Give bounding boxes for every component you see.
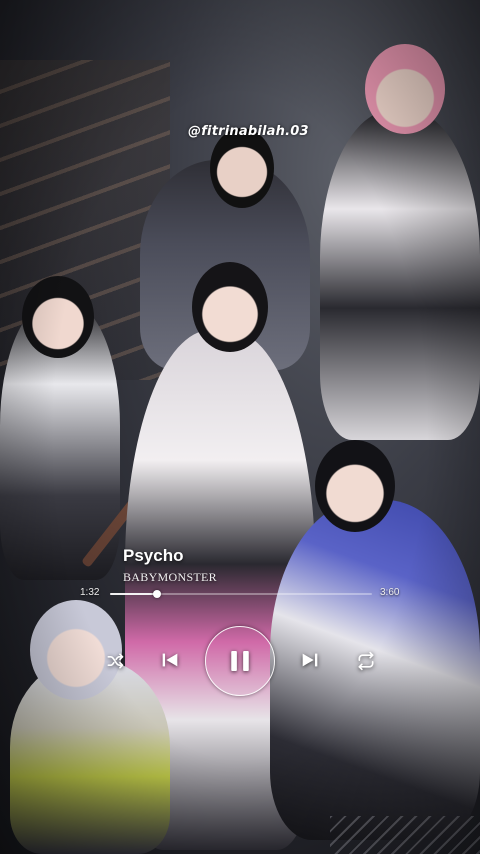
play-pause-button[interactable]: [205, 626, 275, 696]
progress-fill: [110, 593, 158, 595]
song-title: Psycho: [123, 546, 184, 565]
progress-bar[interactable]: [110, 590, 372, 598]
music-player-overlay: Psycho BABYMONSTER 1:32 3:60: [0, 540, 480, 700]
repeat-button[interactable]: [355, 650, 377, 672]
pause-icon: [231, 651, 249, 671]
shuffle-button[interactable]: [104, 650, 126, 672]
skip-previous-icon: [162, 653, 178, 667]
watermark-handle: @fitrinabilah.03: [188, 124, 309, 139]
previous-button[interactable]: [158, 648, 182, 672]
song-artist: BABYMONSTER: [123, 570, 217, 584]
lockscreen-music-player: @fitrinabilah.03 Psycho BABYMONSTER 1:32…: [0, 0, 480, 854]
repeat-icon: [358, 651, 374, 671]
time-elapsed: 1:32: [80, 587, 100, 598]
next-button[interactable]: [298, 648, 322, 672]
time-total: 3:60: [380, 587, 400, 598]
skip-next-icon: [302, 653, 318, 667]
shuffle-icon: [107, 653, 124, 669]
progress-thumb[interactable]: [153, 590, 162, 598]
